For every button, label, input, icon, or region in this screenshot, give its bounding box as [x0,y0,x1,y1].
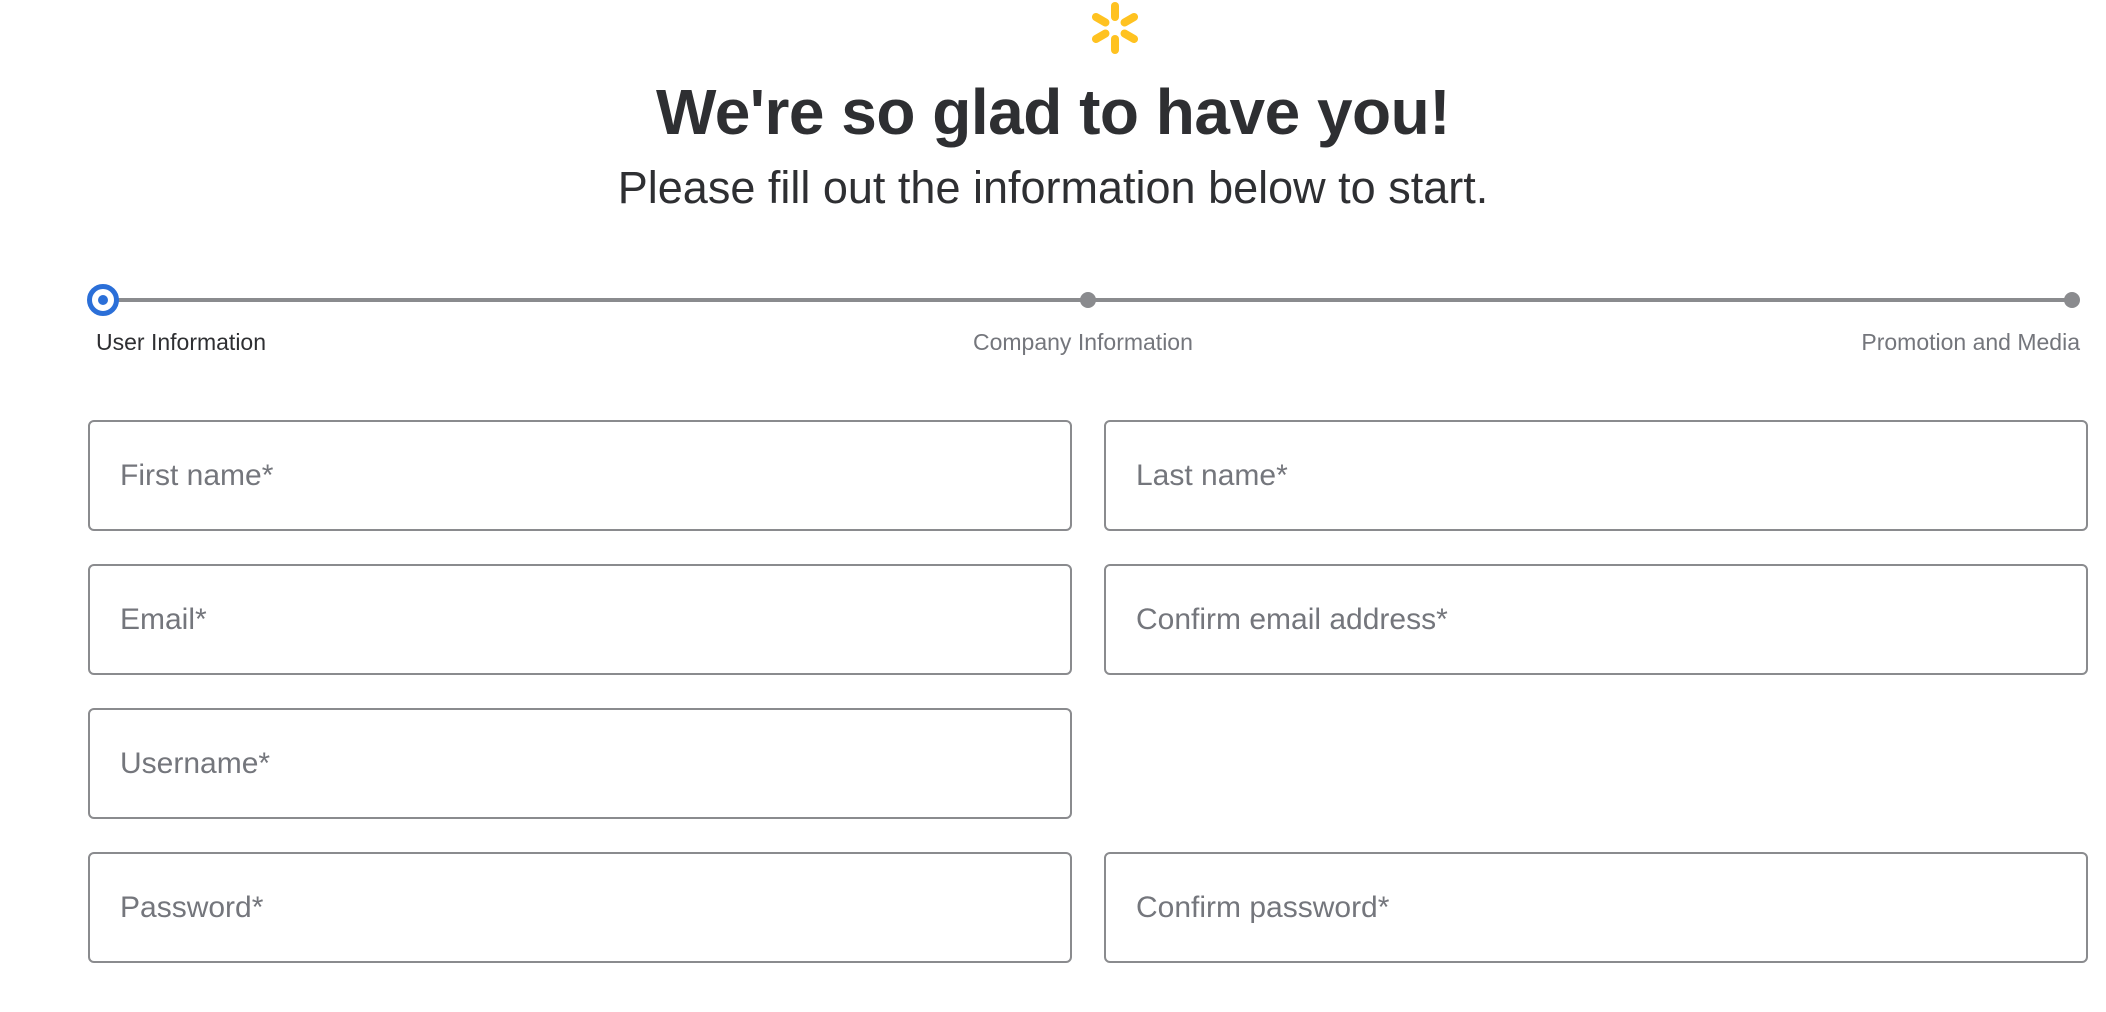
first-name-input[interactable] [90,422,1070,529]
confirm-password-input[interactable] [1106,854,2086,961]
confirm-email-field[interactable] [1104,564,2088,675]
step-user-information-label[interactable]: User Information [96,327,266,357]
confirm-email-input[interactable] [1106,566,2086,673]
step-promotion-and-media-label[interactable]: Promotion and Media [1861,327,2080,357]
email-input[interactable] [90,566,1070,673]
page-subtitle: Please fill out the information below to… [617,162,1489,213]
password-input[interactable] [90,854,1070,961]
last-name-input[interactable] [1106,422,2086,529]
spark-icon [1091,2,1139,54]
step-company-information-indicator[interactable] [1080,292,1096,308]
step-user-information-indicator[interactable] [87,284,119,316]
confirm-password-field[interactable] [1104,852,2088,963]
password-field[interactable] [88,852,1072,963]
username-input[interactable] [90,710,1070,817]
step-company-information-label[interactable]: Company Information [973,327,1193,357]
username-field[interactable] [88,708,1072,819]
email-field[interactable] [88,564,1072,675]
page-title: We're so glad to have you! [655,76,1451,148]
first-name-field[interactable] [88,420,1072,531]
last-name-field[interactable] [1104,420,2088,531]
progress-stepper: User Information Company Information Pro… [0,280,2106,360]
step-promotion-and-media-indicator[interactable] [2064,292,2080,308]
